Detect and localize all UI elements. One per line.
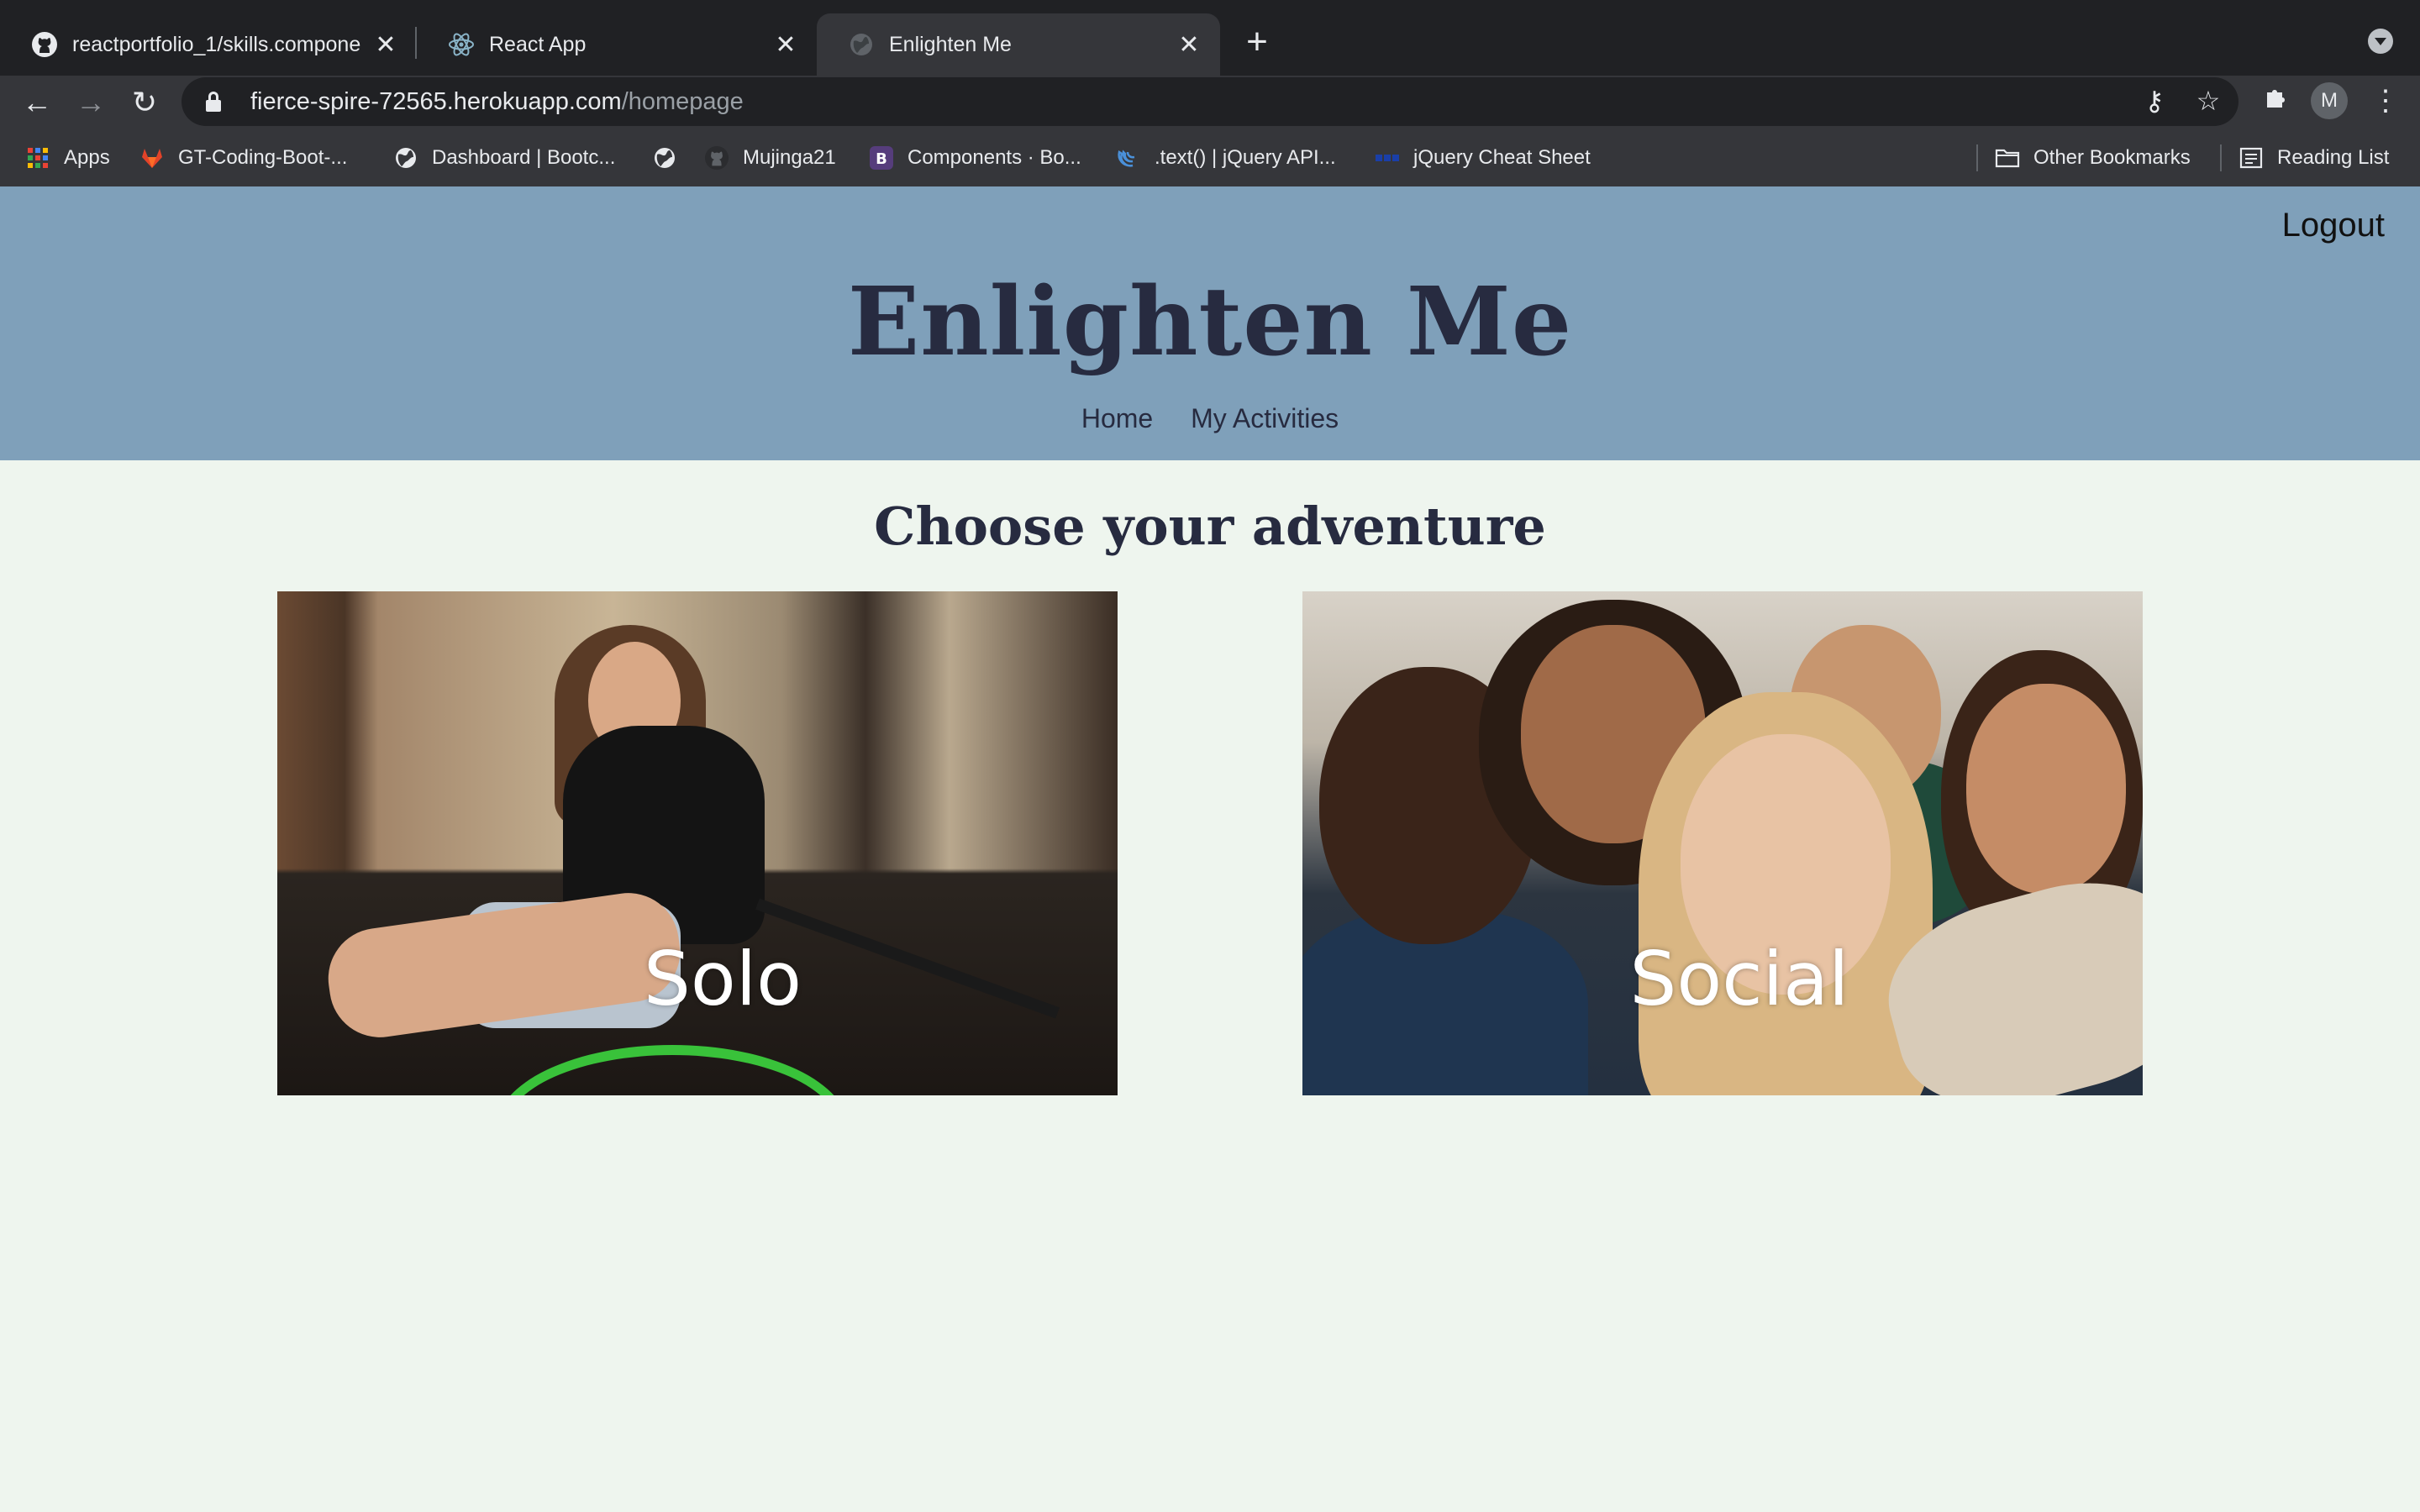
new-tab-button[interactable]: +	[1239, 24, 1276, 62]
tab-title: Enlighten Me	[889, 32, 1012, 56]
globe-icon	[393, 145, 418, 171]
photo-detail	[496, 1045, 849, 1095]
bookmark-label: Mujinga21	[743, 146, 836, 169]
bookmark-label: .text() | jQuery API...	[1155, 146, 1336, 169]
site-title: Enlighten Me	[847, 267, 1573, 377]
social-adventure-card[interactable]: Social	[1302, 591, 2143, 1095]
star-icon[interactable]: ☆	[2191, 84, 2225, 118]
other-bookmarks[interactable]: Other Bookmarks	[1995, 141, 2191, 175]
bookmark-dashboard[interactable]: Dashboard | Bootc...	[393, 141, 615, 175]
tab-react-app[interactable]: React App ✕	[417, 13, 817, 76]
forward-arrow-icon[interactable]: →	[72, 84, 109, 121]
solo-adventure-card[interactable]: Solo	[277, 591, 1118, 1095]
tab-enlighten-me[interactable]: Enlighten Me ✕	[817, 13, 1220, 76]
tab-github[interactable]: reactportfolio_1/skills.compone ✕	[0, 13, 417, 76]
logout-link[interactable]: Logout	[2282, 207, 2385, 244]
close-icon[interactable]: ✕	[1175, 30, 1203, 59]
tab-title: reactportfolio_1/skills.compone	[72, 32, 361, 56]
gitlab-icon	[139, 145, 165, 171]
bookmark-label: GT-Coding-Boot-...	[178, 146, 348, 169]
back-arrow-icon[interactable]: ←	[18, 84, 55, 121]
bookmark-mujinga21[interactable]: Mujinga21	[704, 141, 836, 175]
url-path: /homepage	[621, 87, 744, 115]
more-menu-icon[interactable]: ⋮	[2371, 84, 2400, 118]
github-icon	[704, 145, 729, 171]
bookmark-jquery-text[interactable]: .text() | jQuery API...	[1116, 141, 1336, 175]
extensions-puzzle-icon[interactable]	[2259, 84, 2292, 118]
url-host: fierce-spire-72565.herokuapp.com	[250, 87, 622, 115]
site-nav: Home My Activities	[0, 403, 2420, 434]
bootstrap-icon: B	[869, 145, 894, 171]
reading-list-icon	[2238, 145, 2264, 171]
bookmark-label: jQuery Cheat Sheet	[1413, 146, 1591, 169]
profile-avatar[interactable]: M	[2311, 82, 2348, 119]
reload-icon[interactable]: ↻	[126, 84, 163, 121]
other-bookmarks-label: Other Bookmarks	[2033, 146, 2191, 169]
reading-list-label: Reading List	[2277, 146, 2390, 169]
bookmark-gt-coding[interactable]: GT-Coding-Boot-...	[139, 141, 347, 175]
jquery-icon	[1116, 145, 1141, 171]
close-icon[interactable]: ✕	[371, 30, 400, 59]
bookmark-divider	[2220, 144, 2222, 171]
dots-icon	[1375, 145, 1400, 171]
lock-icon[interactable]	[202, 90, 225, 113]
bookmark-label: Components · Bo...	[908, 146, 1081, 169]
bookmark-divider	[1976, 144, 1978, 171]
nav-my-activities-link[interactable]: My Activities	[1191, 403, 1339, 433]
globe-icon	[847, 30, 876, 59]
bookmark-apps[interactable]: Apps	[25, 141, 110, 175]
key-icon[interactable]: ⚷	[2138, 84, 2171, 118]
social-card-label: Social	[1629, 936, 1849, 1022]
bookmark-label: Dashboard | Bootc...	[432, 146, 616, 169]
apps-grid-icon	[25, 145, 50, 171]
globe-icon	[652, 145, 677, 171]
nav-home-link[interactable]: Home	[1081, 403, 1153, 433]
bookmark-jquery-cheat-sheet[interactable]: jQuery Cheat Sheet	[1375, 141, 1591, 175]
tab-title: React App	[489, 32, 587, 56]
github-icon	[30, 30, 59, 59]
tab-search-icon[interactable]	[2368, 29, 2393, 54]
reading-list[interactable]: Reading List	[2238, 141, 2389, 175]
bookmark-label: Apps	[64, 146, 110, 169]
react-icon	[447, 30, 476, 59]
bookmark-components[interactable]: B Components · Bo...	[869, 141, 1081, 175]
bookmark-globe[interactable]	[652, 141, 691, 175]
solo-card-label: Solo	[644, 936, 802, 1022]
close-icon[interactable]: ✕	[771, 30, 800, 59]
folder-icon	[1995, 145, 2020, 171]
svg-text:B: B	[876, 150, 887, 168]
address-bar[interactable]: fierce-spire-72565.herokuapp.com/homepag…	[182, 77, 2238, 126]
photo-detail	[1966, 684, 2126, 894]
section-title: Choose your adventure	[874, 496, 1546, 557]
